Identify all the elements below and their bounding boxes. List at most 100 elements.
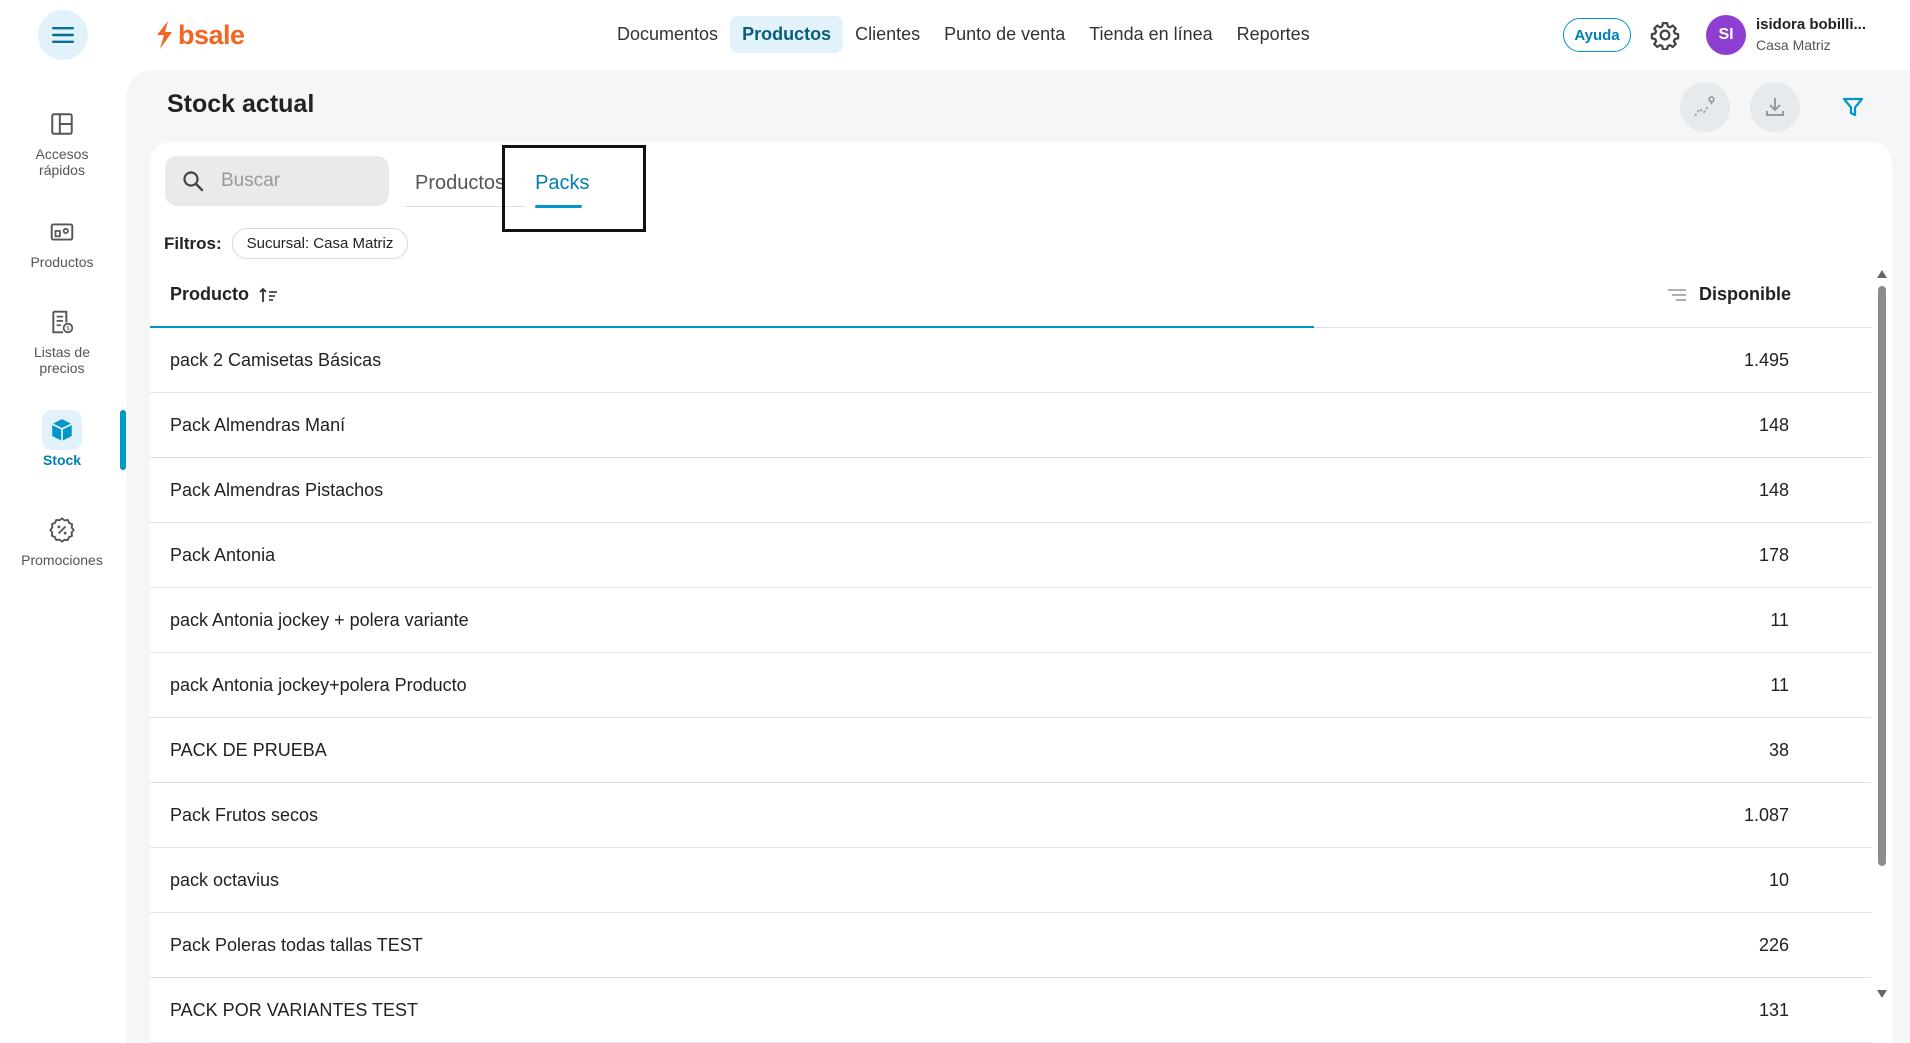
filter-chip-sucursal[interactable]: Sucursal: Casa Matriz bbox=[231, 228, 409, 259]
nav-documentos[interactable]: Documentos bbox=[605, 16, 730, 53]
product-name: Pack Almendras Maní bbox=[170, 415, 346, 435]
highlight-box bbox=[502, 145, 646, 232]
product-name: Pack Poleras todas tallas TEST bbox=[170, 935, 423, 955]
download-button[interactable] bbox=[1750, 82, 1800, 132]
filter-button[interactable] bbox=[1830, 84, 1876, 130]
product-name: Pack Antonia bbox=[170, 545, 276, 565]
product-name: pack Antonia jockey + polera variante bbox=[170, 610, 469, 630]
available-qty: 148 bbox=[1758, 480, 1789, 500]
layout-icon bbox=[51, 113, 73, 135]
product-name: PACK POR VARIANTES TEST bbox=[170, 1000, 419, 1020]
active-filters: Filtros: Sucursal: Casa Matriz bbox=[164, 228, 409, 259]
sidebar-item-label: Promociones bbox=[21, 552, 103, 568]
discount-badge-icon bbox=[49, 517, 75, 543]
available-qty: 11 bbox=[1770, 675, 1789, 695]
route-icon bbox=[1694, 96, 1715, 117]
table-row[interactable]: pack Antonia jockey+polera Producto 11 bbox=[150, 653, 1871, 718]
nav-punto-de-venta[interactable]: Punto de venta bbox=[932, 16, 1077, 53]
filters-label: Filtros: bbox=[164, 233, 222, 253]
column-header-label: Producto bbox=[170, 284, 249, 304]
download-icon bbox=[1766, 98, 1784, 116]
bsale-logo[interactable]: bsale bbox=[154, 18, 245, 52]
sidebar-item-label: Accesos rápidos bbox=[35, 146, 89, 178]
box-icon bbox=[51, 419, 73, 441]
gear-icon[interactable] bbox=[1650, 20, 1680, 50]
table-row[interactable]: Pack Antonia 178 bbox=[150, 523, 1871, 588]
scroll-thumb[interactable] bbox=[1878, 286, 1886, 866]
available-qty: 11 bbox=[1770, 610, 1789, 630]
bolt-logo-icon bbox=[157, 21, 172, 49]
sidebar-item-label: Stock bbox=[42, 452, 82, 468]
search-box[interactable] bbox=[165, 156, 389, 206]
page-title: Stock actual bbox=[167, 90, 315, 118]
table-row[interactable]: PACK DE PRUEBA 38 bbox=[150, 718, 1871, 783]
avatar[interactable]: SI bbox=[1706, 15, 1746, 55]
sort-ascending-icon bbox=[259, 287, 277, 302]
sidebar-icon-wrap bbox=[42, 510, 82, 550]
product-name: pack 2 Camisetas Básicas bbox=[170, 350, 382, 370]
sidebar-icon-wrap bbox=[42, 212, 82, 252]
main-panel: Stock actual Productos Packs bbox=[126, 70, 1910, 1043]
hamburger-menu-button[interactable] bbox=[38, 10, 88, 60]
available-qty: 178 bbox=[1758, 545, 1789, 565]
products-icon bbox=[50, 223, 74, 241]
nav-reportes[interactable]: Reportes bbox=[1225, 16, 1322, 53]
available-qty: 38 bbox=[1768, 740, 1789, 760]
sidebar-item-label: Listas de precios bbox=[33, 344, 91, 376]
product-name: pack Antonia jockey+polera Producto bbox=[170, 675, 467, 695]
sidebar: Accesos rápidos Productos $ Listas de pr… bbox=[0, 70, 126, 1043]
price-list-icon: $ bbox=[52, 310, 74, 334]
sidebar-item-stock[interactable]: Stock bbox=[0, 410, 124, 468]
table-row[interactable]: Pack Poleras todas tallas TEST 226 bbox=[150, 913, 1871, 978]
sidebar-item-listas-de-precios[interactable]: $ Listas de precios bbox=[0, 302, 124, 376]
table-row[interactable]: Pack Almendras Pistachos 148 bbox=[150, 458, 1871, 523]
route-button[interactable] bbox=[1680, 82, 1730, 132]
available-qty: 10 bbox=[1768, 870, 1789, 890]
sidebar-item-productos[interactable]: Productos bbox=[0, 212, 124, 270]
help-button[interactable]: Ayuda bbox=[1563, 18, 1631, 52]
product-name: Pack Almendras Pistachos bbox=[170, 480, 384, 500]
sidebar-icon-wrap bbox=[42, 104, 82, 144]
product-name: PACK DE PRUEBA bbox=[170, 740, 327, 760]
nav-clientes[interactable]: Clientes bbox=[843, 16, 932, 53]
logo-text: bsale bbox=[178, 19, 245, 50]
available-qty: 131 bbox=[1758, 1000, 1789, 1020]
sidebar-item-accesos-rapidos[interactable]: Accesos rápidos bbox=[0, 104, 124, 178]
main-navigation: Documentos Productos Clientes Punto de v… bbox=[605, 14, 1322, 54]
sidebar-item-label: Productos bbox=[30, 254, 94, 270]
available-qty: 148 bbox=[1758, 415, 1789, 435]
search-icon bbox=[183, 171, 204, 192]
table-scrollbar[interactable] bbox=[1873, 266, 1891, 1002]
product-name: pack octavius bbox=[170, 870, 280, 890]
user-branch: Casa Matriz bbox=[1756, 37, 1831, 53]
product-name: Pack Frutos secos bbox=[170, 805, 319, 825]
tab-productos[interactable]: Productos bbox=[405, 156, 515, 206]
hamburger-icon bbox=[52, 27, 74, 43]
table-body: pack 2 Camisetas Básicas 1.495 Pack Almen… bbox=[150, 328, 1871, 1043]
scroll-down-arrow-icon[interactable] bbox=[1877, 990, 1887, 998]
nav-productos[interactable]: Productos bbox=[730, 15, 844, 53]
table-row[interactable]: pack 2 Camisetas Básicas 1.495 bbox=[150, 328, 1871, 393]
sidebar-icon-wrap bbox=[42, 410, 82, 450]
available-qty: 226 bbox=[1758, 935, 1789, 955]
svg-text:$: $ bbox=[66, 325, 70, 332]
search-input[interactable] bbox=[221, 170, 361, 192]
user-name[interactable]: isidora bobilli... bbox=[1756, 16, 1866, 33]
top-bar: bsale Documentos Productos Clientes Punt… bbox=[0, 0, 1910, 70]
column-header-label: Disponible bbox=[1698, 284, 1791, 304]
sort-lines-icon bbox=[1667, 288, 1686, 301]
table-row[interactable]: pack Antonia jockey + polera variante 11 bbox=[150, 588, 1871, 653]
table-row[interactable]: PACK POR VARIANTES TEST 131 bbox=[150, 978, 1871, 1043]
table-row[interactable]: Pack Frutos secos 1.087 bbox=[150, 783, 1871, 848]
nav-tienda-en-linea[interactable]: Tienda en línea bbox=[1077, 16, 1224, 53]
scroll-up-arrow-icon[interactable] bbox=[1877, 270, 1887, 278]
table-header: Producto Disponible bbox=[150, 262, 1871, 328]
column-header-producto[interactable]: Producto bbox=[170, 284, 279, 305]
table-row[interactable]: pack octavius 10 bbox=[150, 848, 1871, 913]
funnel-icon bbox=[1842, 97, 1864, 117]
table-row[interactable]: Pack Almendras Maní 148 bbox=[150, 393, 1871, 458]
sidebar-item-promociones[interactable]: Promociones bbox=[0, 510, 124, 568]
available-qty: 1.495 bbox=[1743, 350, 1789, 370]
column-header-disponible[interactable]: Disponible bbox=[1667, 284, 1791, 305]
sidebar-icon-wrap: $ bbox=[42, 302, 82, 342]
